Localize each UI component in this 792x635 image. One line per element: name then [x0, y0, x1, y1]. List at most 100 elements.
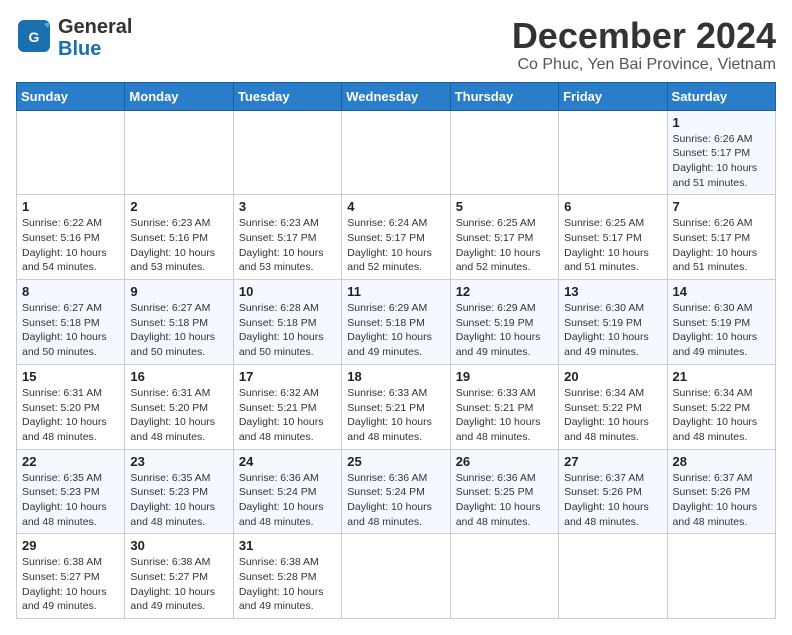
day-number: 30 [130, 538, 227, 553]
day-number: 7 [673, 199, 770, 214]
logo: G General Blue [16, 16, 132, 60]
calendar-cell [342, 534, 450, 619]
calendar-cell: 16 Sunrise: 6:31 AM Sunset: 5:20 PM Dayl… [125, 364, 233, 449]
calendar-cell: 19 Sunrise: 6:33 AM Sunset: 5:21 PM Dayl… [450, 364, 558, 449]
day-number: 14 [673, 284, 770, 299]
day-number: 18 [347, 369, 444, 384]
day-number: 10 [239, 284, 336, 299]
day-info: Sunrise: 6:31 AM Sunset: 5:20 PM Dayligh… [130, 386, 227, 445]
calendar-cell: 24 Sunrise: 6:36 AM Sunset: 5:24 PM Dayl… [233, 449, 341, 534]
day-number: 17 [239, 369, 336, 384]
calendar-week-3: 8 Sunrise: 6:27 AM Sunset: 5:18 PM Dayli… [17, 280, 776, 365]
calendar-week-2: 1 Sunrise: 6:22 AM Sunset: 5:16 PM Dayli… [17, 195, 776, 280]
day-number: 4 [347, 199, 444, 214]
day-number: 15 [22, 369, 119, 384]
day-info: Sunrise: 6:26 AM Sunset: 5:17 PM Dayligh… [673, 216, 770, 275]
day-number: 31 [239, 538, 336, 553]
calendar-subtitle: Co Phuc, Yen Bai Province, Vietnam [512, 56, 776, 74]
calendar-cell: 31 Sunrise: 6:38 AM Sunset: 5:28 PM Dayl… [233, 534, 341, 619]
calendar-cell: 14 Sunrise: 6:30 AM Sunset: 5:19 PM Dayl… [667, 280, 775, 365]
calendar-cell: 26 Sunrise: 6:36 AM Sunset: 5:25 PM Dayl… [450, 449, 558, 534]
day-number: 27 [564, 454, 661, 469]
calendar-week-1: 1 Sunrise: 6:26 AM Sunset: 5:17 PM Dayli… [17, 110, 776, 195]
calendar-cell: 25 Sunrise: 6:36 AM Sunset: 5:24 PM Dayl… [342, 449, 450, 534]
col-saturday: Saturday [667, 82, 775, 110]
calendar-title: December 2024 [512, 16, 776, 56]
calendar-cell: 20 Sunrise: 6:34 AM Sunset: 5:22 PM Dayl… [559, 364, 667, 449]
day-info: Sunrise: 6:30 AM Sunset: 5:19 PM Dayligh… [673, 301, 770, 360]
calendar-cell: 3 Sunrise: 6:23 AM Sunset: 5:17 PM Dayli… [233, 195, 341, 280]
calendar-week-4: 15 Sunrise: 6:31 AM Sunset: 5:20 PM Dayl… [17, 364, 776, 449]
calendar-table: Sunday Monday Tuesday Wednesday Thursday… [16, 82, 776, 620]
day-info: Sunrise: 6:28 AM Sunset: 5:18 PM Dayligh… [239, 301, 336, 360]
calendar-cell [667, 534, 775, 619]
calendar-cell: 27 Sunrise: 6:37 AM Sunset: 5:26 PM Dayl… [559, 449, 667, 534]
calendar-cell: 9 Sunrise: 6:27 AM Sunset: 5:18 PM Dayli… [125, 280, 233, 365]
col-monday: Monday [125, 82, 233, 110]
calendar-cell: 5 Sunrise: 6:25 AM Sunset: 5:17 PM Dayli… [450, 195, 558, 280]
day-info: Sunrise: 6:35 AM Sunset: 5:23 PM Dayligh… [130, 471, 227, 530]
day-info: Sunrise: 6:23 AM Sunset: 5:16 PM Dayligh… [130, 216, 227, 275]
day-info: Sunrise: 6:37 AM Sunset: 5:26 PM Dayligh… [564, 471, 661, 530]
calendar-week-6: 29 Sunrise: 6:38 AM Sunset: 5:27 PM Dayl… [17, 534, 776, 619]
day-info: Sunrise: 6:36 AM Sunset: 5:25 PM Dayligh… [456, 471, 553, 530]
calendar-cell [233, 110, 341, 195]
calendar-cell: 11 Sunrise: 6:29 AM Sunset: 5:18 PM Dayl… [342, 280, 450, 365]
col-sunday: Sunday [17, 82, 125, 110]
col-wednesday: Wednesday [342, 82, 450, 110]
day-number: 20 [564, 369, 661, 384]
calendar-cell: 15 Sunrise: 6:31 AM Sunset: 5:20 PM Dayl… [17, 364, 125, 449]
calendar-cell: 6 Sunrise: 6:25 AM Sunset: 5:17 PM Dayli… [559, 195, 667, 280]
day-info: Sunrise: 6:33 AM Sunset: 5:21 PM Dayligh… [347, 386, 444, 445]
day-number: 2 [130, 199, 227, 214]
logo-icon: G [16, 18, 52, 59]
day-info: Sunrise: 6:27 AM Sunset: 5:18 PM Dayligh… [22, 301, 119, 360]
day-info: Sunrise: 6:38 AM Sunset: 5:28 PM Dayligh… [239, 555, 336, 614]
day-info: Sunrise: 6:24 AM Sunset: 5:17 PM Dayligh… [347, 216, 444, 275]
day-info: Sunrise: 6:29 AM Sunset: 5:18 PM Dayligh… [347, 301, 444, 360]
calendar-cell [125, 110, 233, 195]
calendar-cell [342, 110, 450, 195]
day-number: 24 [239, 454, 336, 469]
day-number: 6 [564, 199, 661, 214]
day-info: Sunrise: 6:36 AM Sunset: 5:24 PM Dayligh… [239, 471, 336, 530]
logo-text-blue: Blue [58, 38, 132, 60]
day-info: Sunrise: 6:38 AM Sunset: 5:27 PM Dayligh… [130, 555, 227, 614]
day-number: 8 [22, 284, 119, 299]
day-number: 5 [456, 199, 553, 214]
day-number: 3 [239, 199, 336, 214]
day-info: Sunrise: 6:27 AM Sunset: 5:18 PM Dayligh… [130, 301, 227, 360]
day-number: 21 [673, 369, 770, 384]
day-info: Sunrise: 6:31 AM Sunset: 5:20 PM Dayligh… [22, 386, 119, 445]
svg-text:G: G [29, 29, 40, 45]
day-info: Sunrise: 6:38 AM Sunset: 5:27 PM Dayligh… [22, 555, 119, 614]
calendar-cell: 30 Sunrise: 6:38 AM Sunset: 5:27 PM Dayl… [125, 534, 233, 619]
day-info: Sunrise: 6:30 AM Sunset: 5:19 PM Dayligh… [564, 301, 661, 360]
day-info: Sunrise: 6:34 AM Sunset: 5:22 PM Dayligh… [564, 386, 661, 445]
calendar-cell: 13 Sunrise: 6:30 AM Sunset: 5:19 PM Dayl… [559, 280, 667, 365]
col-thursday: Thursday [450, 82, 558, 110]
calendar-cell [450, 534, 558, 619]
day-info: Sunrise: 6:36 AM Sunset: 5:24 PM Dayligh… [347, 471, 444, 530]
calendar-header-row: Sunday Monday Tuesday Wednesday Thursday… [17, 82, 776, 110]
calendar-cell: 7 Sunrise: 6:26 AM Sunset: 5:17 PM Dayli… [667, 195, 775, 280]
day-info: Sunrise: 6:25 AM Sunset: 5:17 PM Dayligh… [456, 216, 553, 275]
day-info: Sunrise: 6:35 AM Sunset: 5:23 PM Dayligh… [22, 471, 119, 530]
page-header: G General Blue December 2024 Co Phuc, Ye… [16, 16, 776, 74]
day-info: Sunrise: 6:32 AM Sunset: 5:21 PM Dayligh… [239, 386, 336, 445]
logo-text-general: General [58, 16, 132, 38]
day-info: Sunrise: 6:22 AM Sunset: 5:16 PM Dayligh… [22, 216, 119, 275]
day-number: 26 [456, 454, 553, 469]
calendar-cell [559, 110, 667, 195]
day-info: Sunrise: 6:33 AM Sunset: 5:21 PM Dayligh… [456, 386, 553, 445]
calendar-cell [17, 110, 125, 195]
calendar-cell: 23 Sunrise: 6:35 AM Sunset: 5:23 PM Dayl… [125, 449, 233, 534]
calendar-cell: 10 Sunrise: 6:28 AM Sunset: 5:18 PM Dayl… [233, 280, 341, 365]
day-number: 22 [22, 454, 119, 469]
day-number: 25 [347, 454, 444, 469]
day-number: 13 [564, 284, 661, 299]
calendar-cell: 4 Sunrise: 6:24 AM Sunset: 5:17 PM Dayli… [342, 195, 450, 280]
day-number: 19 [456, 369, 553, 384]
day-number: 29 [22, 538, 119, 553]
day-info: Sunrise: 6:25 AM Sunset: 5:17 PM Dayligh… [564, 216, 661, 275]
